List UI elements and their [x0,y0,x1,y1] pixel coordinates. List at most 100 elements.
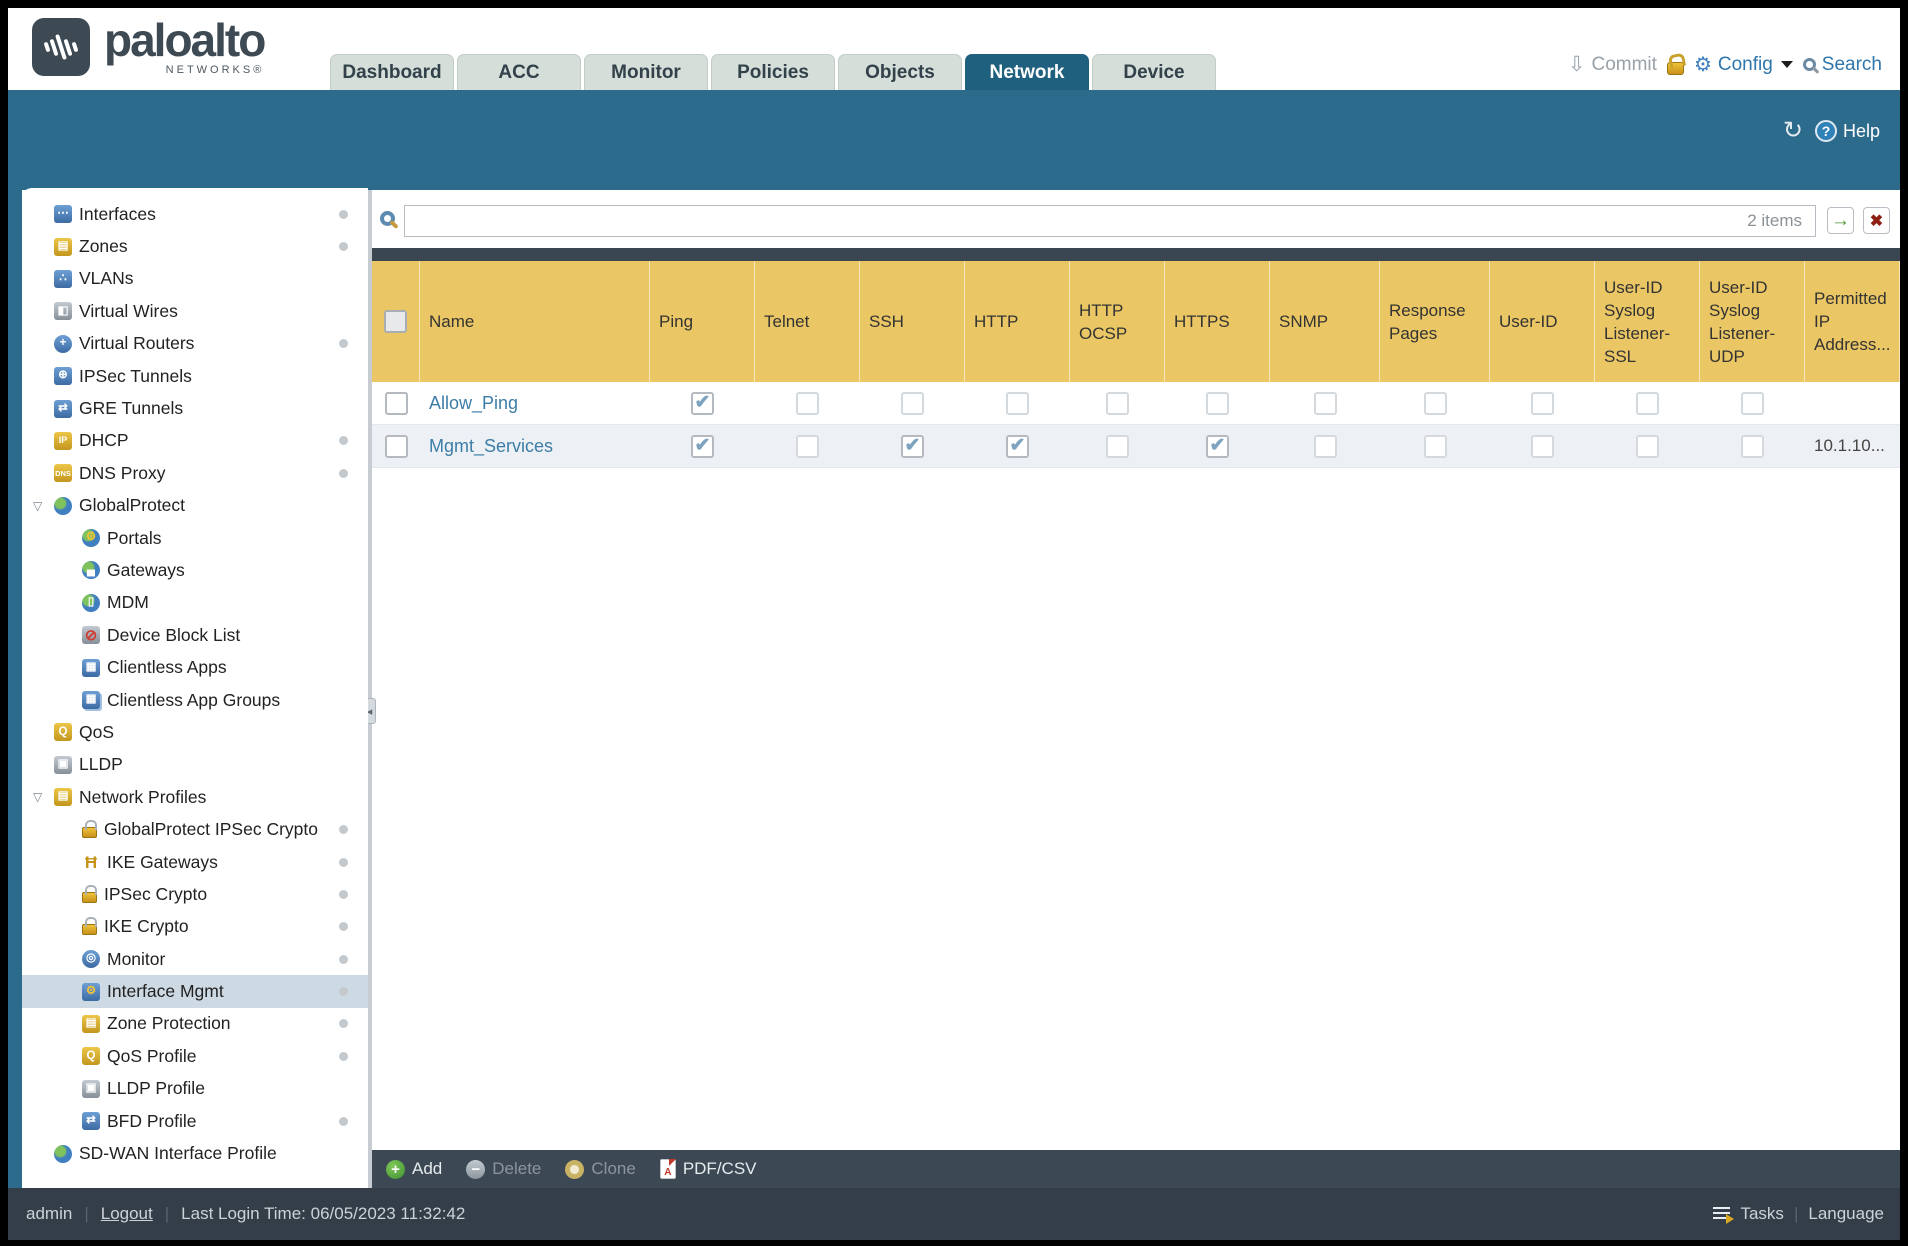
sidebar-item-virtual-routers[interactable]: + Virtual Routers [22,328,368,360]
sidebar-item-monitor[interactable]: ◎ Monitor [22,943,368,975]
tab-policies[interactable]: Policies [711,54,835,90]
profile-name-link[interactable]: Allow_Ping [429,393,518,414]
column-header-user-id-syslog-listener-udp[interactable]: User-ID Syslog Listener-UDP [1700,261,1805,382]
apply-filter-button[interactable]: → [1827,207,1854,234]
service-checkbox-response-pages[interactable] [1423,391,1447,415]
service-checkbox-telnet[interactable] [796,434,819,458]
service-checkbox-snmp[interactable] [1313,391,1337,415]
service-checkbox-user-id-syslog-listener-udp[interactable] [1741,391,1764,415]
table-header-row: Name Ping Telnet SSH HTTP HTTP OCSP HTTPS SNMP R… [372,261,1900,382]
service-checkbox-snmp[interactable] [1313,434,1337,458]
column-header-response-pages[interactable]: Response Pages [1380,261,1490,382]
sidebar-item-sd-wan-interface-profile[interactable]: SD-WAN Interface Profile [22,1137,368,1169]
tab-acc[interactable]: ACC [457,54,581,90]
sidebar-item-bfd-profile[interactable]: ⇄ BFD Profile [22,1105,368,1137]
service-checkbox-http[interactable] [1006,434,1029,458]
sidebar-item-zone-protection[interactable]: ▤ Zone Protection [22,1008,368,1040]
row-select-checkbox[interactable] [384,391,408,415]
sidebar-item-dhcp[interactable]: IP DHCP [22,425,368,457]
help-button[interactable]: ? Help [1814,120,1880,142]
service-checkbox-user-id-syslog-listener-udp[interactable] [1741,434,1764,458]
sidebar-item-network-profiles[interactable]: ▽ ▤ Network Profiles [22,781,368,813]
tab-objects[interactable]: Objects [838,54,962,90]
column-header-permitted-ip-address[interactable]: Permitted IP Address... [1805,261,1900,382]
toolbar-pdf-csv-button[interactable]: PDF/CSV [659,1159,757,1179]
service-checkbox-https[interactable] [1206,434,1229,458]
service-checkbox-user-id-syslog-listener-ssl[interactable] [1636,391,1659,415]
profile-name-link[interactable]: Mgmt_Services [429,436,553,457]
item-dot [339,857,348,867]
service-checkbox-http-ocsp[interactable] [1106,434,1129,458]
expander-triangle-icon[interactable]: ▽ [33,499,42,513]
refresh-icon[interactable]: ↻ [1783,119,1803,143]
service-checkbox-telnet[interactable] [796,391,819,415]
sidebar-item-interface-mgmt[interactable]: ⚙ Interface Mgmt [22,975,368,1008]
sidebar-item-label: Monitor [107,948,166,969]
sidebar-item-interfaces[interactable]: ⋯ Interfaces [22,198,368,230]
service-checkbox-response-pages[interactable] [1423,434,1447,458]
service-checkbox-user-id[interactable] [1531,434,1554,458]
service-checkbox-user-id-syslog-listener-ssl[interactable] [1636,434,1659,458]
sidebar-item-ike-gateways[interactable]: Ħ IKE Gateways [22,846,368,878]
sidebar-item-clientless-apps[interactable]: ▦ Clientless Apps [22,651,368,683]
column-header-snmp[interactable]: SNMP [1270,261,1380,382]
config-menu[interactable]: ⚙ Config [1694,52,1793,77]
tab-dashboard[interactable]: Dashboard [330,54,454,90]
service-checkbox-ssh[interactable] [901,434,924,458]
sidebar-item-globalprotect-ipsec-crypto[interactable]: GlobalProtect IPSec Crypto [22,813,368,845]
sidebar-item-gre-tunnels[interactable]: ⇄ GRE Tunnels [22,392,368,424]
sidebar-item-lldp-profile[interactable]: ▣ LLDP Profile [22,1073,368,1105]
column-header-user-id-syslog-listener-ssl[interactable]: User-ID Syslog Listener-SSL [1595,261,1700,382]
sidebar-item-lldp[interactable]: ▣ LLDP [22,749,368,781]
toolbar-add-button[interactable]: + Add [386,1159,442,1179]
tab-network[interactable]: Network [965,54,1089,90]
column-header-user-id[interactable]: User-ID [1490,261,1595,382]
service-checkbox-user-id[interactable] [1531,391,1554,415]
column-header-http-ocsp[interactable]: HTTP OCSP [1070,261,1165,382]
column-header-name[interactable]: Name [420,261,650,382]
service-checkbox-https[interactable] [1206,391,1229,415]
sidebar-item-ipsec-tunnels[interactable]: ⊕ IPSec Tunnels [22,360,368,392]
sidebar-item-globalprotect[interactable]: ▽ GlobalProtect [22,490,368,522]
toolbar-clone-button[interactable]: Clone [565,1159,636,1179]
language-link[interactable]: Language [1808,1204,1884,1224]
tasks-link[interactable]: Tasks [1740,1204,1783,1224]
sidebar-item-gateways[interactable]: ▄ Gateways [22,554,368,586]
clear-filter-button[interactable]: ✖ [1863,207,1890,234]
sidebar-item-portals[interactable]: ⚙ Portals [22,522,368,554]
table-filter-input[interactable] [404,205,1816,237]
sidebar-item-zones[interactable]: ▤ Zones [22,230,368,262]
sidebar-item-vlans[interactable]: ∴ VLANs [22,263,368,295]
column-header-http[interactable]: HTTP [965,261,1070,382]
column-header-https[interactable]: HTTPS [1165,261,1270,382]
item-dot [339,1019,348,1029]
column-header-telnet[interactable]: Telnet [755,261,860,382]
sidebar-item-device-block-list[interactable]: ⊘ Device Block List [22,619,368,651]
sidebar-item-qos[interactable]: Q QoS [22,716,368,748]
service-checkbox-ping[interactable] [691,391,714,415]
commit-button[interactable]: ⇩ Commit [1568,54,1657,76]
row-select-checkbox[interactable] [384,434,408,458]
sidebar-item-ipsec-crypto[interactable]: IPSec Crypto [22,878,368,910]
global-search-button[interactable]: Search [1802,54,1882,76]
sidebar-item-ike-crypto[interactable]: IKE Crypto [22,911,368,943]
sidebar-item-virtual-wires[interactable]: ◧ Virtual Wires [22,295,368,327]
select-all-checkbox[interactable] [384,310,407,333]
sidebar-item-qos-profile[interactable]: Q QoS Profile [22,1040,368,1072]
service-checkbox-http-ocsp[interactable] [1106,391,1129,415]
lock-icon[interactable] [1666,61,1684,75]
tab-monitor[interactable]: Monitor [584,54,708,90]
toolbar-delete-button[interactable]: − Delete [466,1159,541,1179]
service-checkbox-ssh[interactable] [901,391,924,415]
sidebar-item-clientless-app-groups[interactable]: ▦ Clientless App Groups [22,684,368,716]
tab-device[interactable]: Device [1092,54,1216,90]
sidebar-item-dns-proxy[interactable]: DNS DNS Proxy [22,457,368,489]
table-top-border [372,248,1900,261]
column-header-ssh[interactable]: SSH [860,261,965,382]
service-checkbox-ping[interactable] [691,434,714,458]
service-checkbox-http[interactable] [1006,391,1029,415]
logout-link[interactable]: Logout [101,1204,153,1224]
column-header-ping[interactable]: Ping [650,261,755,382]
sidebar-item-mdm[interactable]: ▯ MDM [22,587,368,619]
expander-triangle-icon[interactable]: ▽ [33,790,42,804]
